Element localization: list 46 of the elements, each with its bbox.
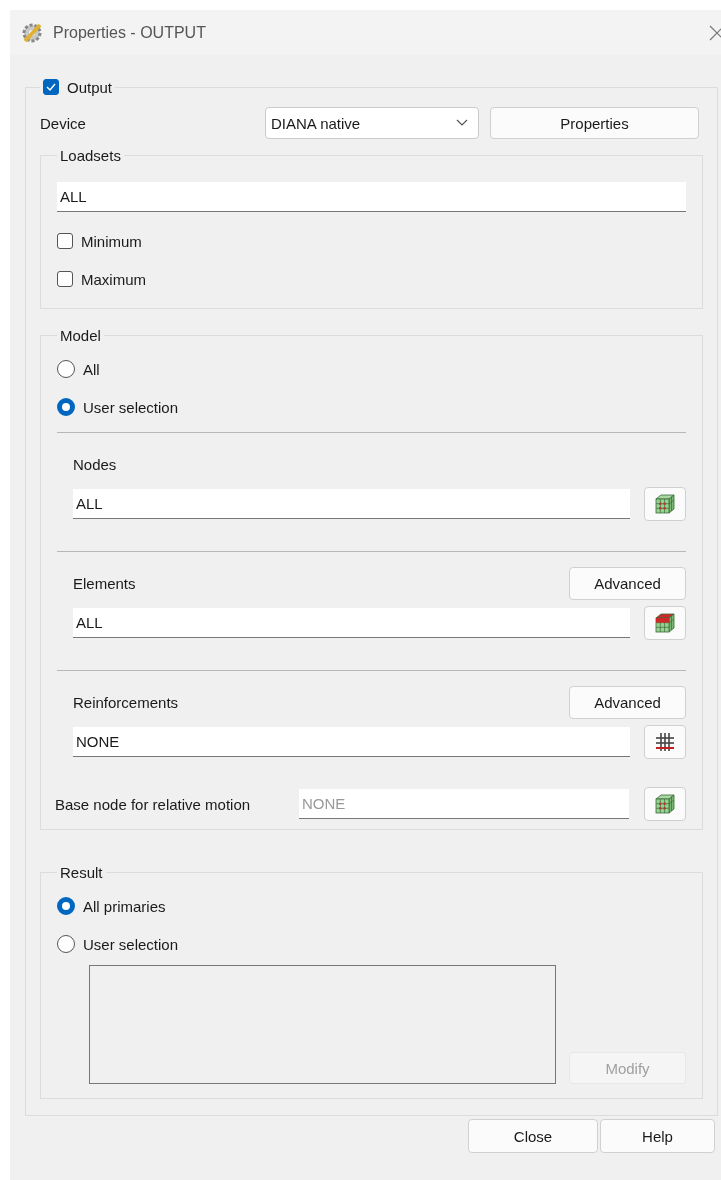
radio-button[interactable] [57, 398, 75, 416]
section-label: Reinforcements [73, 693, 179, 711]
radio-label: All [83, 360, 100, 378]
device-dropdown[interactable]: DIANA native [265, 107, 479, 139]
dialog-button[interactable]: Help [600, 1119, 715, 1153]
radio-button[interactable] [57, 897, 75, 915]
radio-label: User selection [83, 935, 179, 953]
selection-field[interactable]: ALL [73, 489, 630, 519]
check-icon [45, 81, 57, 93]
device-label: Device [40, 114, 87, 132]
window-title: Properties - OUTPUT [53, 23, 206, 42]
cube-icon [653, 792, 677, 816]
radio-button[interactable] [57, 360, 75, 378]
group-title: Result [59, 864, 104, 881]
loadsets-field[interactable]: ALL [57, 182, 686, 212]
cube-button[interactable] [644, 487, 686, 521]
checkbox[interactable] [57, 233, 73, 249]
properties-button[interactable]: Properties [490, 107, 699, 139]
checkbox-label: Output [67, 78, 113, 96]
group-title: Model [59, 327, 102, 344]
grid-button[interactable] [644, 725, 686, 759]
selection-field[interactable]: NONE [73, 727, 630, 757]
radio-label: User selection [83, 398, 179, 416]
advanced-button[interactable]: Advanced [569, 685, 686, 719]
checkbox[interactable] [43, 79, 59, 95]
advanced-button[interactable]: Advanced [569, 566, 686, 600]
selection-field[interactable]: ALL [73, 608, 630, 638]
radio-button[interactable] [57, 935, 75, 953]
section-label: Elements [73, 574, 136, 592]
result-list[interactable] [89, 965, 556, 1084]
checkbox[interactable] [57, 271, 73, 287]
chevron-icon [456, 119, 468, 127]
base-node-field[interactable]: NONE [299, 789, 629, 819]
checkbox-label: Minimum [81, 232, 142, 250]
group-title: Loadsets [59, 147, 122, 164]
section-label: Nodes [73, 455, 117, 473]
cube-icon [653, 611, 677, 635]
grid-icon [654, 731, 676, 753]
cube-button[interactable] [644, 787, 686, 821]
cube-icon [653, 492, 677, 516]
cube-button[interactable] [644, 606, 686, 640]
dialog-button[interactable]: Close [468, 1119, 598, 1153]
checkbox-label: Maximum [81, 270, 146, 288]
base-node-label: Base node for relative motion [55, 795, 252, 813]
radio-label: All primaries [83, 897, 166, 915]
close-icon[interactable] [709, 24, 721, 41]
